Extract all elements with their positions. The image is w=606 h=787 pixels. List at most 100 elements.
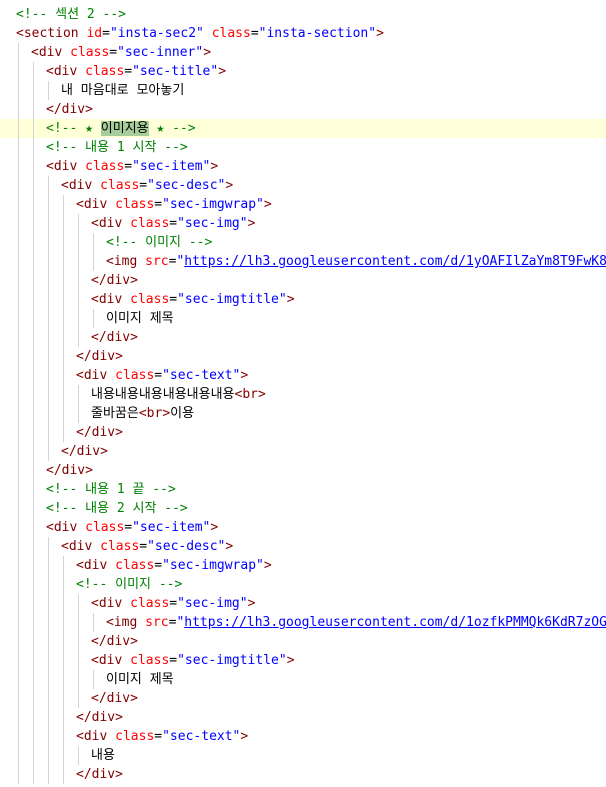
code-text: <div class="sec-desc"> [61, 537, 233, 556]
code-line[interactable]: 내용내용내용내용내용내용<br> [0, 385, 606, 404]
token-tag: <div [61, 539, 93, 554]
code-line[interactable]: </div> [0, 632, 606, 651]
token-text: 내 마음대로 모아놓기 [61, 83, 185, 98]
indent-guide [63, 670, 64, 689]
token-match: 이미지용 [100, 121, 149, 136]
indent-guide [18, 157, 19, 176]
token-tag: <div [46, 64, 78, 79]
token-text: = [154, 558, 163, 573]
code-line[interactable]: <div class="sec-desc"> [0, 176, 606, 195]
token-text: = [139, 539, 148, 554]
token-value: "sec-inner" [117, 45, 204, 60]
indent-guide [78, 290, 79, 309]
token-tag: > [286, 653, 295, 668]
code-line[interactable]: <section id="insta-sec2" class="insta-se… [0, 24, 606, 43]
token-tag: </div> [76, 349, 123, 364]
code-editor[interactable]: <!-- 섹션 2 --> <section id="insta-sec2" cl… [0, 0, 606, 787]
token-value: "insta-section" [258, 26, 377, 41]
indent-guide [78, 670, 79, 689]
indent-guide [48, 537, 49, 556]
code-line[interactable]: <div class="sec-desc"> [0, 537, 606, 556]
code-line[interactable]: <div class="sec-item"> [0, 157, 606, 176]
code-line[interactable]: </div> [0, 461, 606, 480]
token-tag: </div> [91, 634, 138, 649]
indent-guide [63, 689, 64, 708]
code-line[interactable]: <!-- 섹션 2 --> [0, 5, 606, 24]
code-line[interactable]: </div> [0, 689, 606, 708]
code-text: <!-- 섹션 2 --> [16, 5, 126, 24]
indent-guide [18, 423, 19, 442]
code-line[interactable]: <img src="https://lh3.googleusercontent.… [0, 613, 606, 632]
code-line[interactable]: 줄바꿈은<br>이용 [0, 404, 606, 423]
token-value: "sec-imgwrap" [162, 197, 264, 212]
token-attr: class [115, 729, 155, 744]
token-tag: > [263, 197, 272, 212]
code-line[interactable]: </div> [0, 423, 606, 442]
token-link[interactable]: https://lh3.googleusercontent.com/d/1yOA… [184, 254, 606, 269]
code-line[interactable]: <img src="https://lh3.googleusercontent.… [0, 252, 606, 271]
token-tag: > [240, 368, 249, 383]
code-line[interactable]: <div class="sec-imgtitle"> [0, 651, 606, 670]
code-line[interactable]: <div class="sec-text"> [0, 366, 606, 385]
code-text: <div class="sec-desc"> [61, 176, 233, 195]
code-line[interactable]: <!-- ★ 이미지용 ★ --> [0, 119, 606, 138]
code-line[interactable]: </div> [0, 442, 606, 461]
code-line[interactable]: </div> [0, 708, 606, 727]
code-line[interactable]: </div> [0, 328, 606, 347]
code-line[interactable]: <div class="sec-title"> [0, 62, 606, 81]
indent-guide [18, 290, 19, 309]
code-line[interactable]: </div> [0, 271, 606, 290]
code-text: <section id="insta-sec2" class="insta-se… [16, 24, 384, 43]
token-value: "sec-imgtitle" [177, 653, 287, 668]
indent-guide [18, 689, 19, 708]
token-text: = [109, 45, 118, 60]
indent-guide [18, 43, 19, 62]
code-line[interactable]: <div class="sec-imgwrap"> [0, 556, 606, 575]
indent-guide [48, 176, 49, 195]
code-line[interactable]: </div> [0, 347, 606, 366]
token-attr: class [115, 558, 155, 573]
code-line[interactable]: <div class="sec-inner"> [0, 43, 606, 62]
indent-guide [63, 290, 64, 309]
code-text: 내 마음대로 모아놓기 [61, 81, 184, 100]
code-line[interactable]: <div class="sec-imgtitle"> [0, 290, 606, 309]
code-line[interactable]: <!-- 내용 2 시작 --> [0, 499, 606, 518]
indent-guide [18, 575, 19, 594]
code-line[interactable]: <div class="sec-img"> [0, 214, 606, 233]
indent-guide [63, 385, 64, 404]
code-line[interactable]: <div class="sec-text"> [0, 727, 606, 746]
code-line[interactable]: 이미지 제목 [0, 670, 606, 689]
code-line[interactable]: <!-- 이미지 --> [0, 233, 606, 252]
token-text: 이미지 제목 [106, 672, 174, 687]
token-link[interactable]: https://lh3.googleusercontent.com/d/1ozf… [184, 615, 606, 630]
code-line[interactable]: <div class="sec-imgwrap"> [0, 195, 606, 214]
token-value: "sec-desc" [147, 539, 226, 554]
code-line[interactable]: 이미지 제목 [0, 309, 606, 328]
code-line[interactable]: <div class="sec-img"> [0, 594, 606, 613]
indent-guide [63, 309, 64, 328]
indent-guide [48, 81, 49, 100]
code-line[interactable]: <!-- 이미지 --> [0, 575, 606, 594]
code-text: </div> [76, 708, 123, 727]
code-line[interactable]: 내 마음대로 모아놓기 [0, 81, 606, 100]
token-value: "sec-desc" [147, 178, 226, 193]
code-line[interactable]: <!-- 내용 1 시작 --> [0, 138, 606, 157]
code-line[interactable]: <div class="sec-item"> [0, 518, 606, 537]
code-line[interactable]: </div> [0, 765, 606, 784]
indent-guide [78, 689, 79, 708]
indent-guide [63, 727, 64, 746]
indent-guide [18, 594, 19, 613]
indent-guide [18, 518, 19, 537]
code-line[interactable]: </div> [0, 100, 606, 119]
indent-guide [18, 651, 19, 670]
token-tag: <div [46, 520, 78, 535]
code-line[interactable]: 내용 [0, 746, 606, 765]
indent-guide [48, 594, 49, 613]
code-text: 줄바꿈은<br>이용 [91, 404, 194, 423]
code-line[interactable]: <!-- 내용 1 끝 --> [0, 480, 606, 499]
indent-guide [18, 461, 19, 480]
indent-guide [63, 366, 64, 385]
